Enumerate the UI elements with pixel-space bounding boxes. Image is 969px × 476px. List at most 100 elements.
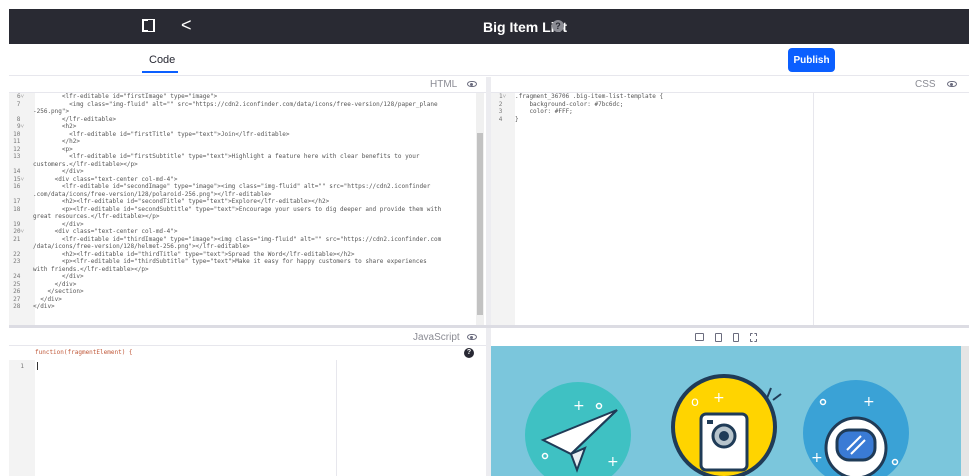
- tab-bar: Code Publish: [9, 44, 969, 76]
- css-print-margin: [813, 93, 814, 325]
- code-text: background-color: #7bc6dc;: [515, 100, 624, 108]
- code-text: <lfr-editable id="secondImage" type="ima…: [33, 183, 431, 190]
- left-edge: [0, 0, 9, 476]
- js-print-margin: [336, 360, 337, 476]
- mobile-icon[interactable]: [733, 333, 739, 342]
- html-code-line: -256.png">: [9, 108, 474, 116]
- css-code-line: 1˅ .fragment_36706 .big-item-list-templat…: [491, 93, 791, 101]
- helmet-image: + +: [803, 380, 909, 476]
- code-text: <div class="text-center col-md-4">: [33, 228, 178, 235]
- code-text: <lfr-editable id="firstImage" type="imag…: [33, 93, 218, 100]
- html-code-line: 10 <lfr-editable id="firstTitle" type="t…: [9, 131, 474, 139]
- svg-text:+: +: [573, 398, 585, 414]
- line-number: [9, 213, 27, 221]
- html-code-line: 20˅ <div class="text-center col-md-4">: [9, 228, 474, 236]
- line-number: 15˅: [13, 175, 24, 183]
- html-pane-header: HTML: [9, 77, 486, 93]
- question-circle-icon[interactable]: ?: [464, 348, 474, 358]
- custom-size-icon[interactable]: [750, 333, 757, 342]
- css-code-line: 3 color: #FFF;: [491, 108, 791, 116]
- html-code-line: 12 <p>: [9, 146, 474, 154]
- line-number: 17: [13, 198, 24, 205]
- html-code-line: 22 <h2><lfr-editable id="thirdTitle" typ…: [9, 251, 474, 259]
- html-code-line: 24 </div>: [9, 273, 474, 281]
- html-editor[interactable]: 6˅ <lfr-editable id="firstImage" type="i…: [9, 93, 474, 325]
- line-number: [9, 108, 27, 116]
- line-number: 10: [13, 130, 24, 138]
- preview-toolbar: [491, 328, 969, 346]
- preview-scrollbar[interactable]: [961, 346, 969, 476]
- line-number: 28: [13, 303, 24, 310]
- line-number: 7: [16, 100, 24, 108]
- svg-text:+: +: [607, 454, 619, 470]
- astronaut-helmet-icon: + +: [811, 394, 899, 476]
- eye-icon[interactable]: [467, 81, 477, 87]
- svg-text:+: +: [811, 450, 823, 466]
- code-text: </div>: [33, 303, 55, 310]
- code-text: </div>: [33, 280, 77, 288]
- html-code-line: 21 <lfr-editable id="thirdImage" type="i…: [9, 236, 474, 244]
- camera-icon: o +: [691, 390, 749, 472]
- tablet-icon[interactable]: [715, 333, 722, 342]
- question-circle-icon[interactable]: ?: [552, 20, 564, 32]
- html-code-line: /data/icons/free-version/128/helmet-256.…: [9, 243, 474, 251]
- polaroid-image: o +: [671, 374, 777, 476]
- code-text: <h2><lfr-editable id="secondTitle" type=…: [33, 198, 330, 205]
- flash-lines-icon: [766, 387, 782, 401]
- html-code-line: 6˅ <lfr-editable id="firstImage" type="i…: [9, 93, 474, 101]
- code-text: color: #FFF;: [515, 108, 573, 115]
- svg-text:+: +: [863, 394, 875, 410]
- line-number: 24: [13, 273, 24, 280]
- line-number: 1˅: [499, 93, 506, 100]
- eye-icon[interactable]: [467, 334, 477, 340]
- line-number: 16: [13, 183, 24, 190]
- publish-button[interactable]: Publish: [788, 48, 835, 72]
- html-code-line: 11 </h2>: [9, 138, 474, 146]
- line-number: 12: [13, 145, 24, 153]
- chevron-left-icon[interactable]: <: [181, 15, 192, 35]
- code-text: </div>: [33, 220, 84, 228]
- desktop-icon[interactable]: [695, 333, 704, 341]
- html-code-line: 7 <img class="img-fluid" alt="" src="htt…: [9, 101, 474, 109]
- line-number: 23: [13, 258, 24, 265]
- html-code-line: 19 </div>: [9, 221, 474, 229]
- css-code-line: 4 }: [491, 116, 791, 124]
- js-line-number: 1: [20, 363, 24, 370]
- line-number: 6˅: [17, 93, 24, 100]
- code-text: </h2>: [33, 138, 80, 145]
- line-number: 11: [13, 138, 24, 145]
- css-pane-label: CSS: [915, 79, 936, 90]
- html-pane-label: HTML: [430, 79, 458, 90]
- line-number: 13: [13, 153, 24, 160]
- top-bar: < Big Item List ?: [9, 9, 969, 44]
- code-text: </div>: [33, 273, 84, 280]
- fragment-editor: < Big Item List ? Code Publish HTML CSS …: [0, 0, 969, 476]
- line-number: 19: [13, 220, 24, 228]
- code-text: <lfr-editable id="firstTitle" type="text…: [33, 130, 290, 138]
- eye-icon[interactable]: [947, 81, 957, 87]
- css-editor[interactable]: 1˅ .fragment_36706 .big-item-list-templat…: [491, 93, 791, 153]
- js-gutter: [9, 360, 35, 476]
- html-code-line: 17 <h2><lfr-editable id="secondTitle" ty…: [9, 198, 474, 206]
- code-text: .com/data/icons/free-version/128/polaroi…: [33, 190, 272, 198]
- html-scroll-thumb[interactable]: [477, 133, 483, 315]
- line-number: 21: [13, 235, 24, 243]
- html-scrollbar[interactable]: [476, 93, 484, 325]
- html-code-line: 23 <p><lfr-editable id="thirdSubtitle" t…: [9, 258, 474, 266]
- sidebar-toggle-icon[interactable]: [142, 19, 155, 32]
- html-code-line: great resources.</lfr-editable></p>: [9, 213, 474, 221]
- line-number: [9, 266, 27, 274]
- line-number: 4: [498, 115, 506, 123]
- css-pane-header: CSS: [491, 77, 969, 93]
- html-code-line: 9˅ <h2>: [9, 123, 474, 131]
- tab-code[interactable]: Code: [149, 54, 175, 66]
- html-code-line: 15˅ <div class="text-center col-md-4">: [9, 176, 474, 184]
- html-code-line: 14 </div>: [9, 168, 474, 176]
- js-function-signature: function(fragmentElement) {: [35, 349, 133, 356]
- code-text: }: [515, 115, 519, 123]
- html-code-line: 27 </div>: [9, 296, 474, 304]
- code-text: <p>: [33, 145, 73, 153]
- line-number: 3: [498, 108, 506, 115]
- html-code-line: customers.</lfr-editable></p>: [9, 161, 474, 169]
- active-tab-indicator: [142, 71, 178, 73]
